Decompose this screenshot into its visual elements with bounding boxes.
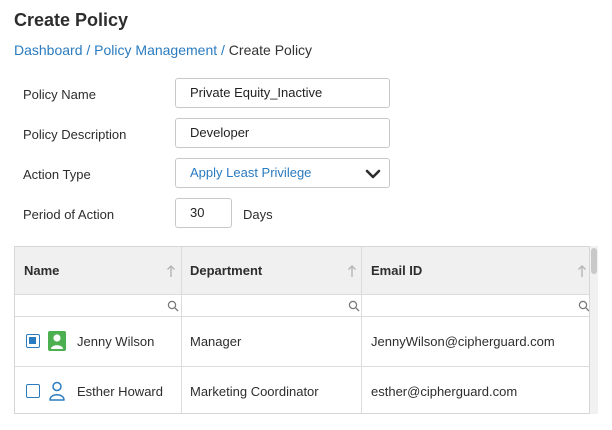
sort-arrow-up-icon[interactable] bbox=[166, 264, 176, 278]
breadcrumb-policy-management[interactable]: Policy Management bbox=[94, 42, 217, 58]
filter-row bbox=[15, 295, 589, 317]
column-divider bbox=[361, 247, 362, 413]
user-email: esther@cipherguard.com bbox=[371, 384, 518, 399]
policy-description-input[interactable]: Developer bbox=[175, 118, 390, 148]
period-unit-label: Days bbox=[243, 207, 273, 222]
breadcrumb-separator: / bbox=[221, 42, 229, 58]
scrollbar-thumb[interactable] bbox=[591, 248, 597, 274]
sort-arrow-up-icon[interactable] bbox=[577, 264, 587, 278]
search-icon[interactable] bbox=[348, 300, 360, 312]
user-filled-icon bbox=[48, 331, 66, 351]
row-checkbox[interactable] bbox=[26, 384, 40, 398]
search-icon[interactable] bbox=[578, 300, 590, 312]
user-name: Jenny Wilson bbox=[77, 334, 155, 349]
table-row[interactable]: Jenny Wilson Manager JennyWilson@cipherg… bbox=[15, 317, 589, 367]
column-header-name[interactable]: Name bbox=[15, 247, 59, 295]
user-department: Marketing Coordinator bbox=[190, 384, 319, 399]
policy-description-label: Policy Description bbox=[23, 127, 127, 142]
column-divider bbox=[181, 247, 182, 413]
user-outline-icon bbox=[49, 381, 65, 401]
search-icon[interactable] bbox=[167, 300, 179, 312]
users-table: Name Department Email ID Jenny Wilson Ma… bbox=[14, 246, 590, 414]
action-type-value: Apply Least Privilege bbox=[190, 165, 312, 180]
sort-arrow-up-icon[interactable] bbox=[347, 264, 357, 278]
breadcrumb-dashboard[interactable]: Dashboard bbox=[14, 42, 83, 58]
policy-name-label: Policy Name bbox=[23, 87, 96, 102]
user-department: Manager bbox=[190, 334, 242, 349]
breadcrumb-current: Create Policy bbox=[228, 42, 313, 58]
column-header-email[interactable]: Email ID bbox=[362, 247, 422, 295]
action-type-label: Action Type bbox=[23, 167, 91, 182]
period-of-action-input[interactable]: 30 bbox=[175, 198, 232, 228]
breadcrumb-separator: / bbox=[86, 42, 95, 58]
user-email: JennyWilson@cipherguard.com bbox=[371, 334, 555, 349]
vertical-scrollbar[interactable] bbox=[590, 246, 598, 414]
row-checkbox[interactable] bbox=[26, 334, 40, 348]
column-header-department[interactable]: Department bbox=[181, 247, 262, 295]
user-name: Esther Howard bbox=[77, 384, 163, 399]
period-of-action-label: Period of Action bbox=[23, 207, 115, 222]
table-header: Name Department Email ID bbox=[15, 247, 589, 295]
table-row[interactable]: Esther Howard Marketing Coordinator esth… bbox=[15, 367, 589, 413]
chevron-down-icon[interactable] bbox=[365, 168, 381, 180]
breadcrumb: Dashboard / Policy Management / Create P… bbox=[14, 42, 312, 58]
action-type-select[interactable]: Apply Least Privilege bbox=[175, 158, 390, 188]
page-title: Create Policy bbox=[14, 10, 129, 30]
policy-name-input[interactable]: Private Equity_Inactive bbox=[175, 78, 390, 108]
